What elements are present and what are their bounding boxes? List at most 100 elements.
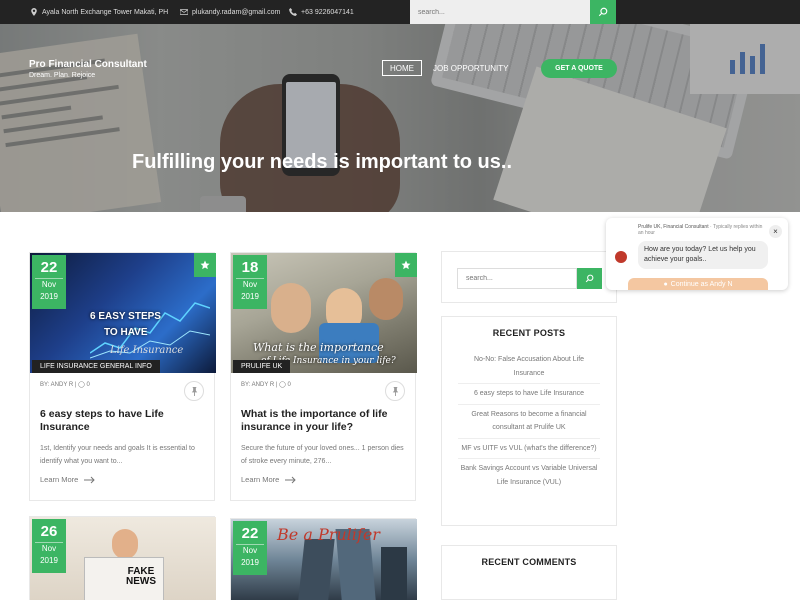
address-info: Ayala North Exchange Tower Makati, PH: [30, 0, 168, 24]
post-comment-count[interactable]: 0: [87, 382, 90, 388]
search-icon: [585, 274, 594, 283]
continue-as-button[interactable]: ● Continue as Andy N: [628, 278, 768, 290]
recent-post-link[interactable]: MF vs UITF vs VUL (what's the difference…: [458, 439, 600, 459]
learn-more-label[interactable]: Learn More: [40, 475, 78, 484]
post-date-badge: 22 Nov 2019: [233, 521, 267, 575]
sidebar-search-input[interactable]: [457, 268, 577, 289]
chat-header: Prulife UK, Financial Consultant · Typic…: [638, 224, 766, 236]
post-month: Nov: [35, 542, 63, 555]
recent-posts-widget: RECENT POSTS No-No: False Accusation Abo…: [441, 316, 617, 526]
nav-home[interactable]: HOME: [382, 60, 422, 76]
site-tagline: Dream. Plan. Rejoice: [29, 72, 96, 79]
sidebar-search: [441, 251, 617, 303]
messenger-chat-widget: Prulife UK, Financial Consultant · Typic…: [606, 218, 788, 290]
mail-icon: [180, 9, 188, 15]
get-a-quote-button[interactable]: GET A QUOTE: [541, 59, 617, 78]
post-image-caption: What is the importance: [253, 341, 384, 354]
site-title[interactable]: Pro Financial Consultant: [29, 59, 147, 70]
post-year: 2019: [40, 556, 58, 565]
post-category[interactable]: PRULIFE UK: [233, 360, 291, 373]
email-info[interactable]: plukandy.radam@gmail.com: [180, 0, 280, 24]
post-date-badge: 26 Nov 2019: [32, 519, 66, 573]
post-author[interactable]: BY: ANDY R: [40, 382, 73, 388]
post-title[interactable]: What is the importance of life insurance…: [241, 408, 407, 434]
post-image[interactable]: FAKE NEWS 26 Nov 2019: [30, 517, 216, 600]
recent-posts-title: RECENT POSTS: [492, 328, 566, 338]
pin-icon: [392, 386, 398, 396]
learn-more-link[interactable]: Learn More: [241, 475, 297, 484]
recent-comments-title: RECENT COMMENTS: [481, 557, 577, 567]
arrow-right-icon: [84, 476, 96, 483]
phone-text[interactable]: +63 9226047141: [301, 9, 354, 16]
post-author[interactable]: BY: ANDY R: [241, 382, 274, 388]
pin-button[interactable]: [385, 381, 405, 401]
recent-post-link[interactable]: Bank Savings Account vs Variable Univers…: [458, 459, 600, 492]
post-day: 22: [241, 525, 259, 542]
post-month: Nov: [236, 278, 264, 291]
post-day: 18: [241, 259, 259, 276]
recent-post-link[interactable]: 6 easy steps to have Life Insurance: [458, 384, 600, 405]
hero-title: Fulfilling your needs is important to us…: [131, 151, 513, 173]
learn-more-label[interactable]: Learn More: [241, 475, 279, 484]
star-icon: [401, 260, 411, 270]
map-pin-icon: [31, 8, 37, 16]
featured-badge: [194, 253, 216, 277]
top-bar: Ayala North Exchange Tower Makati, PH pl…: [0, 0, 800, 24]
post-image-caption: Be a Prulifer: [277, 525, 380, 544]
post-meta: BY: ANDY R | ◯ 0: [40, 382, 90, 388]
address-text: Ayala North Exchange Tower Makati, PH: [42, 8, 169, 16]
nav-job-opportunity[interactable]: JOB OPPORTUNITY: [433, 60, 508, 76]
post-category[interactable]: LIFE INSURANCE GENERAL INFO: [32, 360, 160, 373]
post-excerpt: 1st, Identify your needs and goals It is…: [40, 445, 195, 465]
recent-post-link[interactable]: No-No: False Accusation About Life Insur…: [458, 350, 600, 384]
post-image[interactable]: What is the importance of Life Insurance…: [231, 253, 417, 373]
brand[interactable]: Pro Financial Consultant Dream. Plan. Re…: [29, 59, 147, 79]
post-image-caption: TO HAVE: [104, 327, 148, 338]
post-meta: BY: ANDY R | ◯ 0: [241, 382, 291, 388]
post-year: 2019: [241, 558, 259, 567]
post-card: 6 EASY STEPS TO HAVE Life Insurance 22 N…: [29, 252, 216, 501]
post-day: 22: [40, 259, 58, 276]
post-card: What is the importance of Life Insurance…: [230, 252, 417, 501]
phone-info[interactable]: +63 9226047141: [289, 0, 354, 24]
post-month: Nov: [236, 544, 264, 557]
post-card: FAKE NEWS 26 Nov 2019: [29, 516, 216, 600]
top-search-input[interactable]: [410, 0, 590, 24]
recent-comments-widget: RECENT COMMENTS: [441, 545, 617, 600]
email-text[interactable]: plukandy.radam@gmail.com: [192, 9, 280, 16]
post-month: Nov: [35, 278, 63, 291]
recent-posts-list: No-No: False Accusation About Life Insur…: [458, 350, 600, 492]
comment-icon: ◯: [78, 382, 85, 388]
post-day: 26: [40, 523, 58, 540]
post-card: Be a Prulifer 22 Nov 2019: [230, 518, 417, 600]
post-year: 2019: [241, 292, 259, 301]
learn-more-link[interactable]: Learn More: [40, 475, 96, 484]
post-comment-count[interactable]: 0: [288, 382, 291, 388]
post-image[interactable]: Be a Prulifer 22 Nov 2019: [231, 519, 417, 600]
sidebar-search-button[interactable]: [577, 268, 602, 289]
post-image-caption: 6 EASY STEPS: [90, 311, 161, 322]
post-image[interactable]: 6 EASY STEPS TO HAVE Life Insurance 22 N…: [30, 253, 216, 373]
arrow-right-icon: [285, 476, 297, 483]
pin-icon: [191, 386, 197, 396]
top-search: [410, 0, 616, 24]
pin-button[interactable]: [184, 381, 204, 401]
post-title[interactable]: 6 easy steps to have Life Insurance: [40, 408, 206, 434]
post-image-caption: FAKE NEWS: [126, 566, 156, 587]
search-icon: [598, 7, 608, 17]
phone-icon: [289, 8, 297, 16]
post-year: 2019: [40, 292, 58, 301]
chat-avatar: [615, 251, 627, 263]
hero-banner: Pro Financial Consultant Dream. Plan. Re…: [0, 24, 800, 212]
messenger-icon: ●: [663, 280, 668, 288]
continue-as-label[interactable]: Continue as Andy N: [671, 281, 733, 288]
recent-post-link[interactable]: Great Reasons to become a financial cons…: [458, 405, 600, 439]
close-icon[interactable]: ×: [769, 225, 782, 238]
post-image-caption: Life Insurance: [110, 345, 184, 356]
star-icon: [200, 260, 210, 270]
post-excerpt: Secure the future of your loved ones... …: [241, 445, 404, 465]
post-date-badge: 18 Nov 2019: [233, 255, 267, 309]
featured-badge: [395, 253, 417, 277]
top-search-button[interactable]: [590, 0, 616, 24]
comment-icon: ◯: [279, 382, 286, 388]
